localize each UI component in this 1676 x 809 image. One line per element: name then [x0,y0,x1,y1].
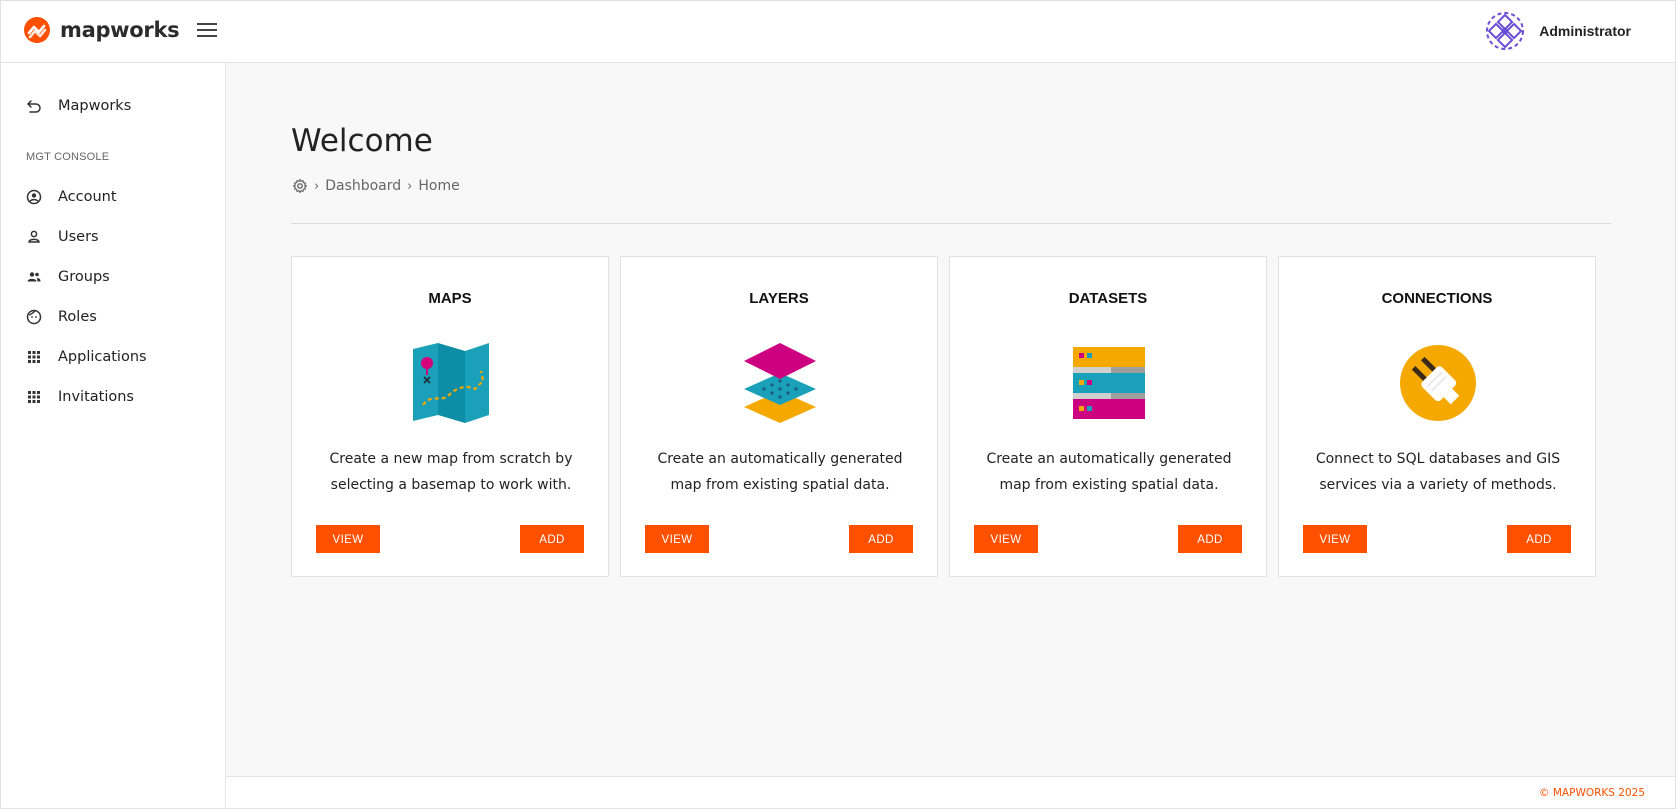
stacked-layers-icon [744,343,816,423]
card-title: LAYERS [749,290,809,307]
brand-logo[interactable]: mapworks [23,16,180,44]
divider [291,223,1611,224]
breadcrumb-dashboard[interactable]: Dashboard [325,178,401,194]
avatar [1486,12,1525,50]
breadcrumb-home: Home [418,178,460,194]
datasets-view-button[interactable]: VIEW [974,525,1038,553]
sidebar-item-label: Roles [58,309,97,325]
breadcrumb: › Dashboard › Home [292,178,460,194]
section-label: MGT CONSOLE [26,151,110,163]
role-face-icon [26,309,42,325]
connections-add-button[interactable]: ADD [1507,525,1571,553]
datasets-add-button[interactable]: ADD [1178,525,1242,553]
layers-add-button[interactable]: ADD [849,525,913,553]
sidebar-item-applications[interactable]: Applications [26,349,147,365]
grid-icon [28,391,40,403]
card-description: Create an automatically generated map fr… [657,451,903,493]
sidebar: Mapworks MGT CONSOLE Account Users Group… [1,63,226,808]
copyright-text: © MAPWORKS 2025 [1539,787,1645,799]
top-bar: mapworks Administrator [1,1,1675,63]
chevron-right-icon: › [407,178,413,194]
card-datasets: DATASETS Create an automatically generat… [949,256,1267,577]
user-name: Administrator [1539,23,1631,39]
card-title: MAPS [428,290,472,307]
sidebar-item-label: Groups [58,269,110,285]
sidebar-item-label: Invitations [58,389,134,405]
account-circle-icon [26,189,42,205]
app-frame: mapworks Administrator Mapworks MGT CONS… [0,0,1676,809]
maps-add-button[interactable]: ADD [520,525,584,553]
sidebar-item-label: Account [58,189,117,205]
sidebar-item-account[interactable]: Account [26,189,117,205]
card-description: Create an automatically generated map fr… [986,451,1232,493]
database-stack-icon [1073,347,1145,419]
card-title: CONNECTIONS [1381,290,1493,307]
sidebar-item-invitations[interactable]: Invitations [26,389,134,405]
connections-view-button[interactable]: VIEW [1303,525,1367,553]
sidebar-item-label: Users [58,229,99,245]
user-menu[interactable]: Administrator [1485,11,1631,51]
card-title: DATASETS [1068,290,1148,307]
grid-icon [28,351,40,363]
sidebar-item-users[interactable]: Users [26,229,99,245]
sidebar-item-groups[interactable]: Groups [26,269,110,285]
sidebar-item-mapworks[interactable]: Mapworks [26,98,131,114]
plug-icon [1400,345,1476,421]
back-arrow-icon [27,100,41,113]
folded-map-icon [413,343,489,423]
layers-view-button[interactable]: VIEW [645,525,709,553]
card-description: Connect to SQL databases and GIS service… [1315,451,1561,493]
main-content: Welcome › Dashboard › Home MAPS Create a… [226,63,1675,776]
sidebar-item-label: Mapworks [58,98,132,114]
card-layers: LAYERS Create an automatically generated… [620,256,938,577]
sidebar-item-label: Applications [58,349,147,365]
card-description: Create a new map from scratch by selecti… [329,451,573,493]
user-icon [28,230,40,243]
group-icon [27,272,41,282]
card-maps: MAPS Create a new map from scratch by se… [291,256,609,577]
card-connections: CONNECTIONS Connect to SQL databases and… [1278,256,1596,577]
maps-view-button[interactable]: VIEW [316,525,380,553]
brand-name: mapworks [60,18,180,42]
page-title: Welcome [291,123,433,159]
footer: © MAPWORKS 2025 [226,776,1675,808]
gear-icon[interactable] [292,178,308,194]
mapworks-logo-icon [24,17,50,43]
menu-toggle-icon[interactable] [197,23,217,39]
sidebar-item-roles[interactable]: Roles [26,309,97,325]
chevron-right-icon: › [314,178,320,194]
